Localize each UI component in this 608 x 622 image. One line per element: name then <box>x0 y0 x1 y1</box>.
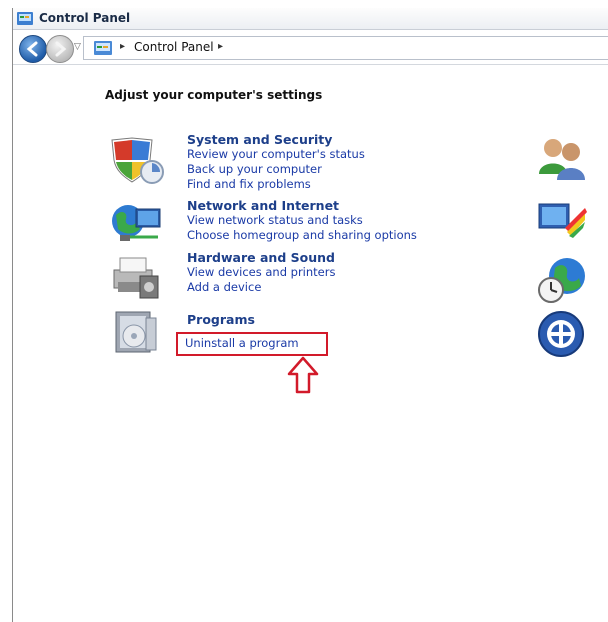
programs-title[interactable]: Programs <box>187 312 255 327</box>
shield-icon[interactable] <box>108 136 166 184</box>
clock-globe-icon[interactable] <box>537 256 587 304</box>
user-accounts-icon[interactable] <box>537 134 587 182</box>
programs-icon[interactable] <box>108 308 166 356</box>
up-arrow-icon <box>287 356 319 394</box>
title-bar: Control Panel <box>13 8 608 30</box>
category-programs: Programs <box>187 312 255 327</box>
address-bar[interactable]: ▸ Control Panel ▸ <box>83 36 608 60</box>
category-hardware-sound: Hardware and Sound View devices and prin… <box>187 250 335 295</box>
breadcrumb-dropdown-icon[interactable]: ▸ <box>218 41 223 52</box>
fix-problems-link[interactable]: Find and fix problems <box>187 177 365 192</box>
network-status-link[interactable]: View network status and tasks <box>187 213 417 228</box>
printer-icon[interactable] <box>108 252 166 300</box>
forward-arrow-icon <box>55 41 67 57</box>
back-button[interactable] <box>19 35 47 63</box>
address-area: ▽ ▸ Control Panel ▸ <box>13 30 608 65</box>
forward-button[interactable] <box>46 35 74 63</box>
network-icon[interactable] <box>108 199 166 247</box>
homegroup-link[interactable]: Choose homegroup and sharing options <box>187 228 417 243</box>
system-security-title[interactable]: System and Security <box>187 132 365 147</box>
control-panel-icon <box>94 41 112 55</box>
uninstall-program-link[interactable]: Uninstall a program <box>185 336 299 350</box>
appearance-icon[interactable] <box>537 198 587 242</box>
recent-pages-chevron-icon[interactable]: ▽ <box>74 42 81 52</box>
control-panel-icon <box>17 12 33 25</box>
add-device-link[interactable]: Add a device <box>187 280 335 295</box>
network-internet-title[interactable]: Network and Internet <box>187 198 417 213</box>
devices-printers-link[interactable]: View devices and printers <box>187 265 335 280</box>
page-heading: Adjust your computer's settings <box>105 88 323 102</box>
category-system-security: System and Security Review your computer… <box>187 132 365 192</box>
review-status-link[interactable]: Review your computer's status <box>187 147 365 162</box>
breadcrumb-control-panel[interactable]: Control Panel <box>134 40 214 54</box>
back-arrow-icon <box>26 41 38 57</box>
hardware-sound-title[interactable]: Hardware and Sound <box>187 250 335 265</box>
backup-link[interactable]: Back up your computer <box>187 162 365 177</box>
category-network-internet: Network and Internet View network status… <box>187 198 417 243</box>
breadcrumb-separator-icon[interactable]: ▸ <box>120 41 125 52</box>
ease-of-access-icon[interactable] <box>537 310 587 360</box>
window-title: Control Panel <box>39 11 131 25</box>
